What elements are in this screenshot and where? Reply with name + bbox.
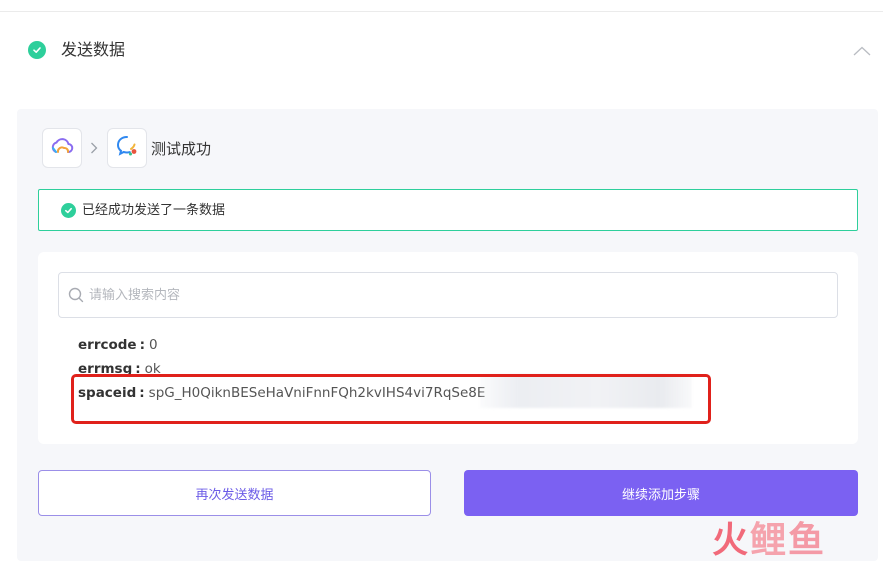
step-panel: 测试成功 已经成功发送了一条数据 errcode:0 errmsg:ok spa… <box>17 109 878 561</box>
continue-add-step-button[interactable]: 继续添加步骤 <box>464 470 858 516</box>
resend-data-button[interactable]: 再次发送数据 <box>38 470 431 516</box>
top-divider <box>0 11 883 12</box>
banner-check-icon <box>61 203 76 218</box>
highlight-annotation-box <box>71 374 711 424</box>
chevron-right-icon <box>88 140 100 156</box>
chevron-up-icon[interactable] <box>852 42 872 60</box>
target-app <box>107 128 147 168</box>
result-card: errcode:0 errmsg:ok spaceid:spG_H0QiknBE… <box>38 252 858 444</box>
search-box[interactable] <box>58 272 838 318</box>
search-icon <box>67 286 85 304</box>
section-title: 发送数据 <box>61 40 126 59</box>
success-check-icon <box>28 41 46 59</box>
watermark-char: 鲤 <box>750 520 789 561</box>
success-message: 已经成功发送了一条数据 <box>82 203 226 218</box>
watermark-text: 火鲤鱼 <box>712 520 826 561</box>
source-app <box>42 128 82 168</box>
result-value: 0 <box>148 337 158 353</box>
result-row-errcode: errcode:0 <box>78 337 158 353</box>
watermark-char: 火 <box>712 520 751 561</box>
test-status-label: 测试成功 <box>151 140 212 158</box>
success-banner: 已经成功发送了一条数据 <box>38 189 858 231</box>
watermark-logo: 火鲤鱼 <box>712 519 862 563</box>
section-header[interactable]: 发送数据 <box>0 28 883 74</box>
result-key: errcode <box>78 337 137 353</box>
search-input[interactable] <box>89 279 829 311</box>
watermark-char: 鱼 <box>788 520 827 561</box>
cloud-app-icon <box>49 133 75 163</box>
chat-bubble-app-icon <box>114 133 140 163</box>
